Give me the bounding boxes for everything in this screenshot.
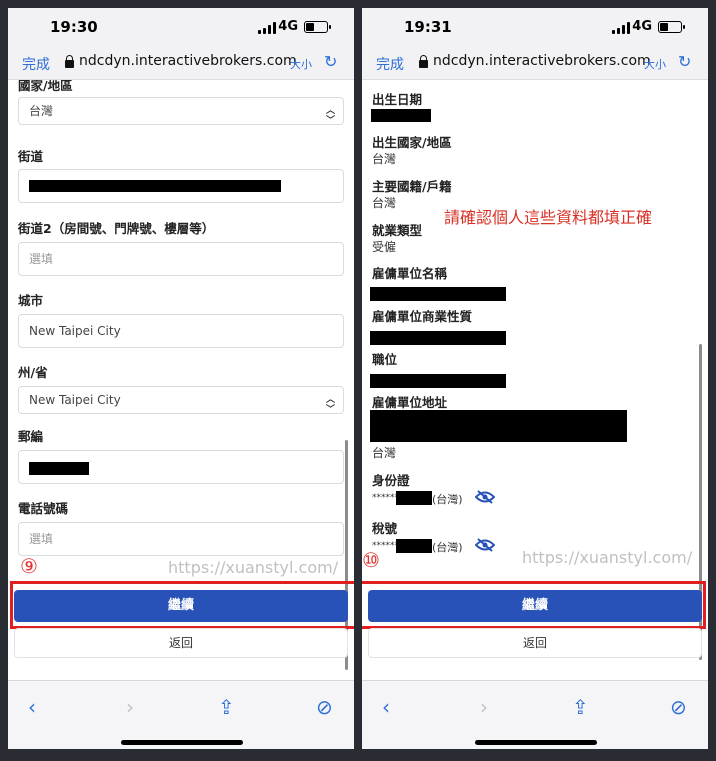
employment-type-value: 受僱	[372, 240, 397, 254]
city-value: New Taipei City	[29, 324, 121, 338]
citizenship-value: 台灣	[372, 196, 397, 210]
status-time: 19:30	[50, 18, 98, 36]
tax-label: 稅號	[372, 521, 398, 536]
eye-slash-icon[interactable]	[475, 538, 495, 552]
country-select-value: 台灣	[29, 104, 54, 118]
watermark: https://xuanstyl.com/	[522, 548, 693, 567]
back-button[interactable]: 返回	[368, 628, 702, 658]
back-arrow-icon[interactable]: ‹	[28, 695, 36, 719]
redacted-employer-name	[370, 287, 506, 301]
browser-toolbar: ‹ › ⇪ ⊘	[8, 680, 354, 749]
postal-label: 郵編	[18, 429, 44, 444]
step-number: ⑨	[20, 554, 38, 578]
employer-address-country: 台灣	[372, 446, 397, 460]
birthdate-label: 出生日期	[372, 92, 423, 107]
employment-type-label: 就業類型	[372, 223, 423, 238]
tax-country: (台灣)	[432, 541, 463, 554]
lock-icon	[419, 55, 428, 68]
compass-icon[interactable]: ⊘	[670, 695, 687, 719]
postal-input[interactable]	[18, 450, 344, 484]
forward-arrow-icon[interactable]: ›	[480, 695, 488, 719]
share-icon[interactable]: ⇪	[218, 695, 235, 719]
text-size-button[interactable]: 大小	[644, 56, 666, 72]
phone-input[interactable]: 選填	[18, 522, 344, 556]
url-text[interactable]: ndcdyn.interactivebrokers.com	[433, 53, 651, 69]
id-masked: ******	[372, 493, 399, 503]
browser-address-bar: 完成 ndcdyn.interactivebrokers.com 大小 ↻	[8, 48, 354, 80]
phone-label: 電話號碼	[18, 501, 69, 516]
state-label: 州/省	[18, 365, 48, 380]
redacted-tax	[396, 539, 432, 553]
battery-icon	[304, 21, 331, 33]
city-input[interactable]: New Taipei City	[18, 314, 344, 348]
back-arrow-icon[interactable]: ‹	[382, 695, 390, 719]
status-bar: 19:31 4G	[362, 8, 708, 48]
compass-icon[interactable]: ⊘	[316, 695, 333, 719]
redacted-position	[370, 374, 506, 388]
birth-country-label: 出生國家/地區	[372, 135, 452, 150]
reload-icon[interactable]: ↻	[678, 52, 691, 71]
employer-business-label: 雇傭單位商業性質	[372, 309, 473, 324]
browser-toolbar: ‹ › ⇪ ⊘	[362, 680, 708, 749]
continue-button[interactable]: 繼續	[14, 590, 348, 622]
position-label: 職位	[372, 352, 398, 367]
home-indicator	[475, 740, 597, 745]
home-indicator	[121, 740, 243, 745]
phone-placeholder: 選填	[29, 532, 54, 546]
status-time: 19:31	[404, 18, 452, 36]
text-size-button[interactable]: 大小	[290, 56, 312, 72]
done-button[interactable]: 完成	[22, 54, 50, 74]
phone-screen-left: 19:30 4G 完成 ndcdyn.interactivebrokers.co…	[8, 8, 354, 749]
url-text[interactable]: ndcdyn.interactivebrokers.com	[79, 53, 297, 69]
street-label: 街道	[18, 149, 44, 164]
annotation-text: 請確認個人這些資料都填正確	[444, 208, 653, 227]
redacted-birthdate	[371, 109, 431, 122]
id-country: (台灣)	[432, 493, 463, 506]
citizenship-label: 主要國籍/戶籍	[372, 179, 452, 194]
forward-arrow-icon[interactable]: ›	[126, 695, 134, 719]
redacted-id	[396, 491, 432, 505]
redacted-employer-business	[370, 331, 506, 345]
network-type: 4G	[632, 19, 652, 34]
select-caret-icon: ︿ ﹀	[325, 106, 335, 126]
street2-input[interactable]: 選填	[18, 242, 344, 276]
back-button[interactable]: 返回	[14, 628, 348, 658]
battery-icon	[658, 21, 685, 33]
employer-address-label: 雇傭單位地址	[372, 395, 448, 410]
lock-icon	[65, 55, 74, 68]
country-select[interactable]: 台灣 ︿ ﹀	[18, 97, 344, 126]
id-label: 身份證	[372, 473, 410, 488]
step-number: ⑩	[362, 548, 380, 572]
employer-name-label: 雇傭單位名稱	[372, 266, 448, 281]
state-select[interactable]: New Taipei City ︿ ﹀	[18, 386, 344, 415]
continue-button[interactable]: 繼續	[368, 590, 702, 622]
state-select-value: New Taipei City	[29, 393, 121, 407]
done-button[interactable]: 完成	[376, 54, 404, 74]
cellular-signal-icon	[258, 22, 276, 34]
cellular-signal-icon	[612, 22, 630, 34]
street-input[interactable]	[18, 169, 344, 203]
redacted-postal	[29, 462, 89, 475]
redacted-street	[29, 180, 281, 192]
watermark: https://xuanstyl.com/	[168, 558, 339, 577]
redacted-employer-address	[370, 410, 627, 442]
city-label: 城市	[18, 293, 44, 308]
street2-label: 街道2（房間號、門牌號、樓層等）	[18, 221, 215, 236]
eye-slash-icon[interactable]	[475, 490, 495, 504]
network-type: 4G	[278, 19, 298, 34]
street2-placeholder: 選填	[29, 252, 54, 266]
birth-country-value: 台灣	[372, 152, 397, 166]
status-bar: 19:30 4G	[8, 8, 354, 48]
country-label: 國家/地區	[18, 80, 73, 93]
select-caret-icon: ︿ ﹀	[325, 395, 335, 415]
share-icon[interactable]: ⇪	[572, 695, 589, 719]
reload-icon[interactable]: ↻	[324, 52, 337, 71]
phone-screen-right: 19:31 4G 完成 ndcdyn.interactivebrokers.co…	[362, 8, 708, 749]
browser-address-bar: 完成 ndcdyn.interactivebrokers.com 大小 ↻	[362, 48, 708, 80]
